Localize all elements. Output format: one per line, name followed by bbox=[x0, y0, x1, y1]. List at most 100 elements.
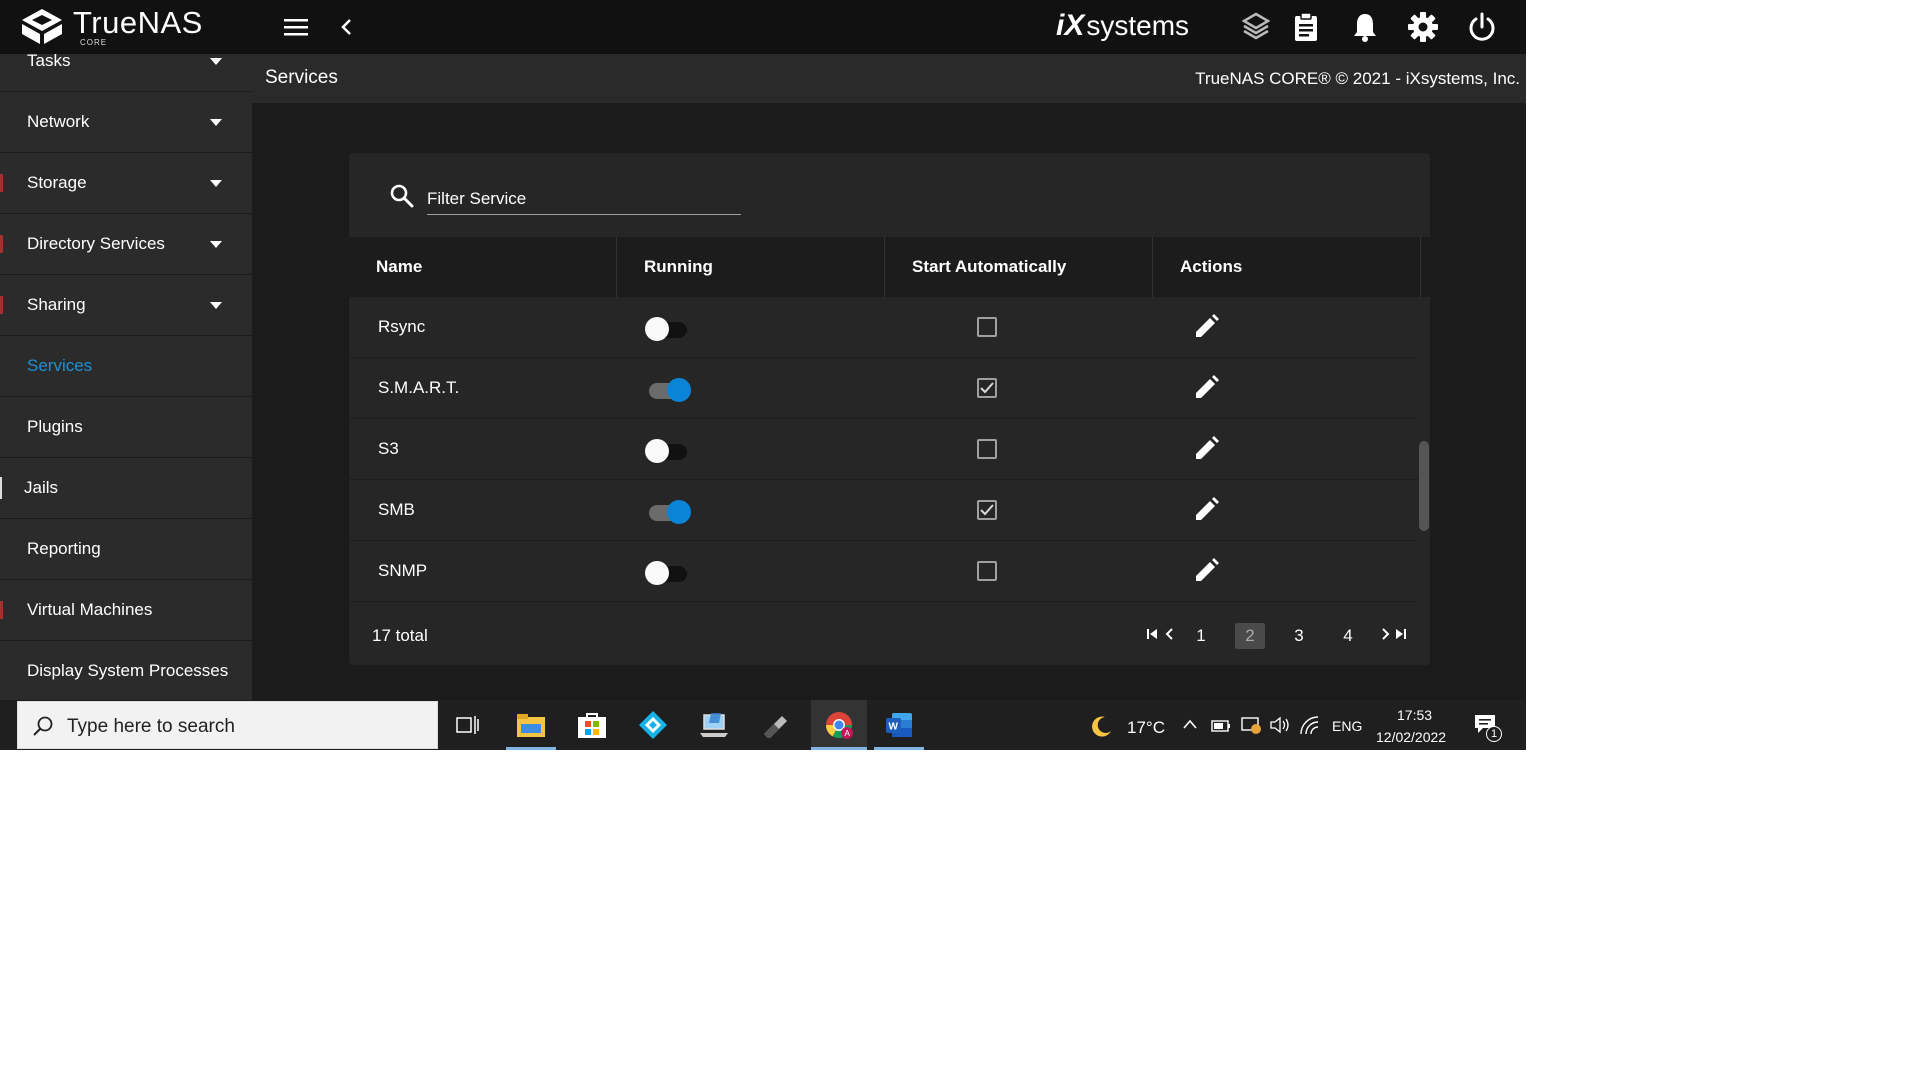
caret-down-icon bbox=[210, 58, 222, 65]
wifi-icon[interactable] bbox=[1299, 716, 1321, 736]
weather-temperature[interactable]: 17°C bbox=[1127, 718, 1165, 738]
bell-icon bbox=[1354, 14, 1376, 42]
caret-down-icon bbox=[210, 180, 222, 187]
truecommand-button[interactable] bbox=[1239, 10, 1273, 44]
ixsystems-logo: iX systems bbox=[1056, 6, 1202, 46]
toggle-thumb bbox=[667, 500, 691, 524]
last-page-icon[interactable] bbox=[1391, 625, 1409, 643]
table-row: SMB bbox=[349, 480, 1419, 541]
column-header-running[interactable]: Running bbox=[617, 237, 885, 297]
microsoft-store-app[interactable] bbox=[567, 700, 617, 750]
table-row: S3 bbox=[349, 419, 1419, 480]
kodi-icon bbox=[639, 711, 667, 739]
table-row: Rsync bbox=[349, 297, 1419, 358]
clock-time[interactable]: 17:53 bbox=[1397, 707, 1432, 723]
page-3-button[interactable]: 3 bbox=[1284, 623, 1314, 649]
caret-down-icon bbox=[210, 241, 222, 248]
column-header-name[interactable]: Name bbox=[349, 237, 617, 297]
moon-icon[interactable] bbox=[1090, 714, 1114, 738]
sidebar-item-label: Storage bbox=[27, 173, 87, 192]
start-automatically-checkbox[interactable] bbox=[977, 500, 997, 520]
start-automatically-checkbox[interactable] bbox=[977, 439, 997, 459]
table-row: SNMP bbox=[349, 541, 1419, 602]
service-name: S.M.A.R.T. bbox=[378, 378, 460, 397]
start-automatically-checkbox[interactable] bbox=[977, 378, 997, 398]
gear-icon bbox=[1408, 12, 1438, 42]
edit-pencil-icon[interactable] bbox=[1192, 557, 1220, 585]
chrome-app[interactable]: A bbox=[811, 700, 867, 750]
remote-desktop-app[interactable] bbox=[689, 700, 739, 750]
previous-page-icon[interactable] bbox=[1161, 625, 1179, 643]
sidebar-item-storage[interactable]: Storage bbox=[0, 153, 252, 214]
service-name: SNMP bbox=[378, 561, 428, 580]
sidebar-item-label: Network bbox=[27, 112, 90, 131]
usb-drive-app[interactable] bbox=[750, 700, 800, 750]
sidebar-item-directory-services[interactable]: Directory Services bbox=[0, 214, 252, 275]
table-scrollbar[interactable] bbox=[1419, 441, 1429, 531]
sidebar-item-label: Services bbox=[27, 356, 93, 375]
jails-bar-icon bbox=[0, 477, 2, 499]
action-center-button[interactable]: 1 bbox=[1473, 713, 1503, 743]
kodi-app[interactable] bbox=[628, 700, 678, 750]
services-card: Name Running Start Automatically Actions… bbox=[349, 153, 1430, 665]
taskbar-search-box[interactable]: Type here to search bbox=[17, 701, 438, 749]
edit-pencil-icon[interactable] bbox=[1192, 313, 1220, 341]
alerts-button[interactable] bbox=[1348, 10, 1382, 44]
table-header: Name Running Start Automatically Actions bbox=[349, 237, 1430, 297]
file-explorer-app[interactable] bbox=[506, 700, 556, 750]
language-indicator[interactable]: ENG bbox=[1332, 718, 1362, 734]
windows-taskbar: Type here to search A W 17°C ENG 17:53 1… bbox=[0, 700, 1526, 750]
edit-pencil-icon[interactable] bbox=[1192, 374, 1220, 402]
settings-button[interactable] bbox=[1406, 10, 1440, 44]
running-toggle[interactable] bbox=[645, 558, 691, 585]
task-manager-button[interactable] bbox=[1289, 10, 1323, 44]
running-toggle[interactable] bbox=[645, 436, 691, 463]
network-warning-icon[interactable] bbox=[1240, 715, 1262, 735]
edit-pencil-icon[interactable] bbox=[1192, 496, 1220, 524]
toggle-thumb bbox=[645, 317, 669, 341]
truecommand-icon bbox=[1241, 12, 1271, 40]
page-4-button[interactable]: 4 bbox=[1333, 623, 1363, 649]
sidebar-item-jails[interactable]: Jails bbox=[0, 458, 252, 519]
sidebar-item-sharing[interactable]: Sharing bbox=[0, 275, 252, 336]
sidebar-item-reporting[interactable]: Reporting bbox=[0, 519, 252, 580]
task-view-button[interactable] bbox=[443, 700, 493, 750]
filter-service-input[interactable] bbox=[427, 185, 741, 215]
sidebar-item-label: Plugins bbox=[27, 417, 83, 436]
caret-down-icon bbox=[210, 119, 222, 126]
page-2-button[interactable]: 2 bbox=[1235, 623, 1265, 649]
speaker-icon[interactable] bbox=[1269, 716, 1291, 734]
word-app[interactable]: W bbox=[874, 700, 924, 750]
sidebar-item-services[interactable]: Services bbox=[0, 336, 252, 397]
page-1-button[interactable]: 1 bbox=[1186, 623, 1216, 649]
truenas-app: TrueNAS CORE iX systems Tasks Network St… bbox=[0, 0, 1526, 750]
battery-icon[interactable] bbox=[1210, 716, 1232, 734]
edit-pencil-icon[interactable] bbox=[1192, 435, 1220, 463]
task-view-icon bbox=[456, 716, 479, 734]
toggle-thumb bbox=[667, 378, 691, 402]
sidebar-item-network[interactable]: Network bbox=[0, 92, 252, 153]
brand-sub: CORE bbox=[80, 38, 108, 47]
service-name: Rsync bbox=[378, 317, 426, 336]
start-automatically-checkbox[interactable] bbox=[977, 317, 997, 337]
table-row: S.M.A.R.T. bbox=[349, 358, 1419, 419]
clock-date[interactable]: 12/02/2022 bbox=[1376, 729, 1446, 745]
column-header-start-automatically[interactable]: Start Automatically bbox=[885, 237, 1153, 297]
running-toggle[interactable] bbox=[645, 314, 691, 341]
sidebar-item-display-system-processes[interactable]: Display System Processes bbox=[0, 641, 252, 700]
chevron-left-icon bbox=[341, 19, 351, 35]
collapse-sidebar-button[interactable] bbox=[329, 10, 363, 44]
running-toggle[interactable] bbox=[645, 375, 691, 402]
nav-edge-marker bbox=[0, 174, 3, 192]
caret-down-icon bbox=[210, 302, 222, 309]
nav-edge-marker bbox=[0, 235, 3, 253]
sidebar-item-virtual-machines[interactable]: Virtual Machines bbox=[0, 580, 252, 641]
start-automatically-checkbox[interactable] bbox=[977, 561, 997, 581]
power-button[interactable] bbox=[1465, 10, 1499, 44]
running-toggle[interactable] bbox=[645, 497, 691, 524]
sidebar-item-tasks[interactable]: Tasks bbox=[0, 54, 252, 92]
first-page-icon[interactable] bbox=[1144, 625, 1162, 643]
chevron-up-icon[interactable] bbox=[1182, 718, 1198, 730]
sidebar-item-plugins[interactable]: Plugins bbox=[0, 397, 252, 458]
menu-toggle-button[interactable] bbox=[279, 10, 313, 44]
